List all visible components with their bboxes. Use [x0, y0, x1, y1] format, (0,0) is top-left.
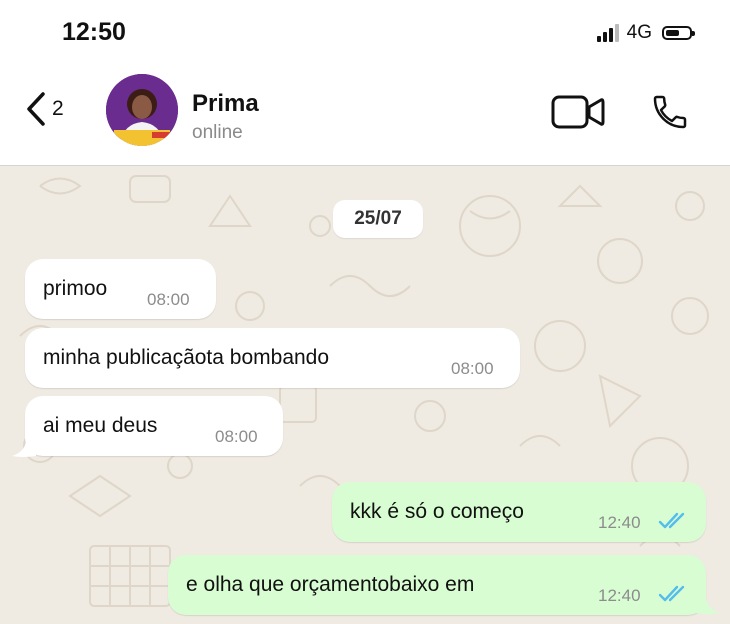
bubble-tail	[12, 442, 36, 457]
contact-status: online	[192, 122, 243, 143]
message-bubble-incoming[interactable]: ai meu deus 08:00	[25, 396, 283, 456]
unread-count: 2	[52, 97, 64, 120]
message-text: kkk é só o começo	[350, 500, 524, 523]
phone-call-icon	[653, 95, 687, 129]
status-indicators: 4G	[596, 22, 695, 44]
network-type: 4G	[626, 22, 652, 43]
avatar-photo	[106, 74, 178, 146]
read-receipt-icon	[658, 512, 685, 529]
status-time: 12:50	[62, 18, 126, 46]
message-time: 12:40	[598, 513, 641, 532]
chevron-left-icon	[27, 92, 45, 126]
chat-header: 2 Prima online	[0, 64, 730, 166]
message-time: 08:00	[147, 290, 190, 309]
battery-icon	[662, 26, 695, 40]
message-bubble-incoming[interactable]: primoo 08:00	[25, 259, 216, 319]
message-bubble-outgoing[interactable]: kkk é só o começo 12:40	[332, 482, 706, 542]
message-time: 08:00	[451, 359, 494, 378]
message-text: ai meu deus	[43, 414, 158, 437]
message-time: 12:40	[598, 586, 641, 605]
contact-avatar[interactable]	[106, 74, 178, 146]
video-call-icon	[551, 95, 605, 129]
message-text: primoo	[43, 277, 108, 300]
back-button[interactable]: 2	[26, 92, 64, 126]
status-bar: 12:50 4G	[0, 0, 730, 64]
message-bubble-outgoing[interactable]: e olha que orçamentobaixo em 12:40	[168, 555, 706, 615]
bubble-tail	[696, 599, 720, 614]
date-separator: 25/07	[333, 200, 423, 238]
message-text: minha publicaçãota bombando	[43, 346, 330, 369]
message-bubble-incoming[interactable]: minha publicaçãota bombando 08:00	[25, 328, 520, 388]
chat-area[interactable]: 25/07 primoo 08:00 minha publicaçãota bo…	[0, 166, 730, 624]
message-time: 08:00	[215, 427, 258, 446]
read-receipt-icon	[658, 585, 685, 602]
message-text: e olha que orçamentobaixo em	[186, 573, 475, 596]
contact-name[interactable]: Prima	[192, 90, 259, 118]
voice-call-button[interactable]	[650, 92, 690, 137]
signal-icon	[596, 24, 619, 42]
video-call-button[interactable]	[551, 94, 605, 135]
